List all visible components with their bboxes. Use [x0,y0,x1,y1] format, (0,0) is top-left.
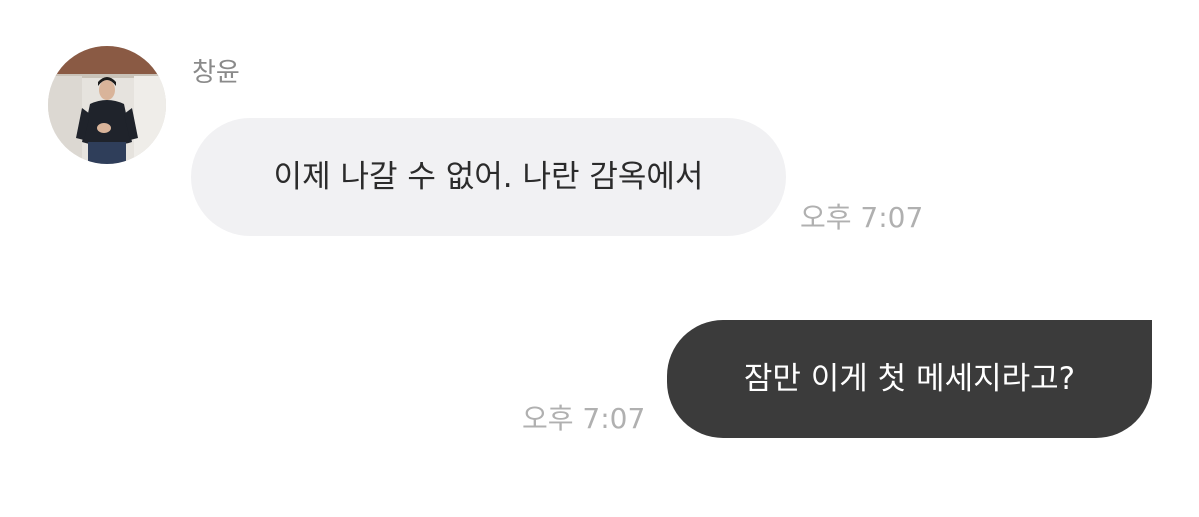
incoming-message-bubble[interactable]: 이제 나갈 수 없어. 나란 감옥에서 [191,118,786,236]
sender-name: 창윤 [192,58,240,88]
incoming-message-text: 이제 나갈 수 없어. 나란 감옥에서 [273,159,704,195]
outgoing-message-bubble[interactable]: 잠만 이게 첫 메세지라고? [667,320,1152,438]
incoming-message-timestamp: 오후 7:07 [800,201,924,234]
outgoing-message-timestamp: 오후 7:07 [522,402,646,435]
outgoing-message-text: 잠만 이게 첫 메세지라고? [743,361,1076,397]
sender-avatar[interactable] [48,46,166,164]
profile-photo-icon [48,46,166,164]
